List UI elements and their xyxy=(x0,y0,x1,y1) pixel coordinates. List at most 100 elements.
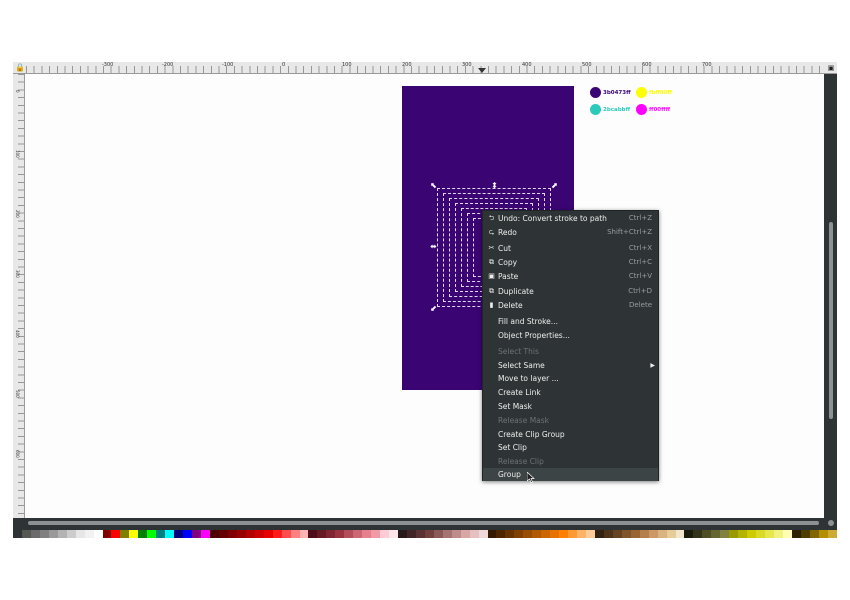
palette-swatch[interactable] xyxy=(138,530,148,538)
palette-swatch[interactable] xyxy=(227,530,237,538)
palette-swatch[interactable] xyxy=(13,530,22,538)
palette-swatch[interactable] xyxy=(129,530,139,538)
palette-swatch[interactable] xyxy=(478,530,488,538)
menu-item-redo[interactable]: ⮎ Redo Shift+Ctrl+Z xyxy=(483,226,658,239)
swatch-purple[interactable]: 3b0473ff xyxy=(590,87,631,98)
palette-swatch[interactable] xyxy=(263,530,273,538)
menu-item-delete[interactable]: ▮ Delete Delete xyxy=(483,299,658,312)
menu-item-copy[interactable]: ⧉ Copy Ctrl+C xyxy=(483,256,658,269)
palette-swatch[interactable] xyxy=(514,530,524,538)
vertical-scroll-thumb[interactable] xyxy=(829,222,833,419)
menu-item-move-to-layer[interactable]: Move to layer ... xyxy=(483,372,658,385)
menu-item-select-same[interactable]: Select Same ▶ xyxy=(483,359,658,372)
palette-swatch[interactable] xyxy=(308,530,318,538)
palette-swatch[interactable] xyxy=(487,530,497,538)
palette-swatch[interactable] xyxy=(57,530,67,538)
palette-swatch[interactable] xyxy=(218,530,228,538)
palette-swatch[interactable] xyxy=(586,530,595,538)
palette-swatch[interactable] xyxy=(532,530,542,538)
palette-swatch[interactable] xyxy=(666,530,676,538)
palette-swatch[interactable] xyxy=(442,530,452,538)
palette-swatch[interactable] xyxy=(254,530,264,538)
resize-handle-bottom-left[interactable]: ⬋ xyxy=(429,305,438,314)
palette-swatch[interactable] xyxy=(765,530,775,538)
palette-swatch[interactable] xyxy=(756,530,766,538)
palette-swatch[interactable] xyxy=(120,530,130,538)
palette-swatch[interactable] xyxy=(424,530,434,538)
palette-swatch[interactable] xyxy=(281,530,291,538)
palette-swatch[interactable] xyxy=(603,530,613,538)
resize-handle-top-left[interactable]: ⬉ xyxy=(429,182,438,191)
palette-swatch[interactable] xyxy=(93,530,103,538)
palette-swatch[interactable] xyxy=(326,530,336,538)
palette-swatch[interactable] xyxy=(577,530,586,538)
scroll-end-button[interactable] xyxy=(828,520,834,526)
palette-swatch[interactable] xyxy=(66,530,76,538)
palette-swatch[interactable] xyxy=(594,530,604,538)
palette-swatch[interactable] xyxy=(460,530,470,538)
palette-swatch[interactable] xyxy=(496,530,506,538)
palette-swatch[interactable] xyxy=(675,530,685,538)
menu-item-paste[interactable]: ▣ Paste Ctrl+V xyxy=(483,270,658,283)
palette-swatch[interactable] xyxy=(774,530,783,538)
palette-swatch[interactable] xyxy=(397,530,407,538)
palette-swatch[interactable] xyxy=(782,530,792,538)
horizontal-scroll-thumb[interactable] xyxy=(28,521,819,525)
palette-swatch[interactable] xyxy=(550,530,560,538)
palette-swatch[interactable] xyxy=(201,530,210,538)
menu-item-create-clip-group[interactable]: Create Clip Group xyxy=(483,428,658,441)
menu-item-fill-and-stroke[interactable]: Fill and Stroke... xyxy=(483,315,658,328)
palette-swatch[interactable] xyxy=(827,530,837,538)
palette-swatch[interactable] xyxy=(236,530,246,538)
palette-swatch[interactable] xyxy=(505,530,515,538)
palette-swatch[interactable] xyxy=(174,530,184,538)
palette-swatch[interactable] xyxy=(648,530,658,538)
palette-swatch[interactable] xyxy=(621,530,631,538)
palette-swatch[interactable] xyxy=(568,530,578,538)
palette-swatch[interactable] xyxy=(729,530,739,538)
palette-swatch[interactable] xyxy=(290,530,300,538)
palette-swatch[interactable] xyxy=(451,530,461,538)
palette-swatch[interactable] xyxy=(183,530,193,538)
palette-swatch[interactable] xyxy=(612,530,622,538)
palette-swatch[interactable] xyxy=(738,530,748,538)
swatch-magenta[interactable]: ff00ffff xyxy=(636,104,670,115)
palette-swatch[interactable] xyxy=(75,530,85,538)
palette-swatch[interactable] xyxy=(684,530,694,538)
palette-swatch[interactable] xyxy=(630,530,640,538)
palette-swatch[interactable] xyxy=(353,530,363,538)
menu-item-duplicate[interactable]: ⧉ Duplicate Ctrl+D xyxy=(483,285,658,298)
palette-swatch[interactable] xyxy=(639,530,649,538)
palette-swatch[interactable] xyxy=(800,530,810,538)
palette-swatch[interactable] xyxy=(272,530,282,538)
palette-swatch[interactable] xyxy=(720,530,730,538)
palette-swatch[interactable] xyxy=(21,530,31,538)
palette-swatch[interactable] xyxy=(48,530,58,538)
palette-swatch[interactable] xyxy=(415,530,425,538)
lock-icon[interactable]: 🔒 xyxy=(15,63,25,73)
menu-item-create-link[interactable]: Create Link xyxy=(483,386,658,399)
palette-swatch[interactable] xyxy=(711,530,721,538)
resize-handle-top[interactable]: ⬍ xyxy=(490,182,499,191)
swatch-teal[interactable]: 2bcabbff xyxy=(590,104,630,115)
palette-swatch[interactable] xyxy=(818,530,828,538)
palette-swatch[interactable] xyxy=(371,530,381,538)
palette-swatch[interactable] xyxy=(362,530,372,538)
palette-swatch[interactable] xyxy=(559,530,569,538)
palette-swatch[interactable] xyxy=(209,530,219,538)
palette-swatch[interactable] xyxy=(344,530,354,538)
palette-swatch[interactable] xyxy=(469,530,479,538)
palette-swatch[interactable] xyxy=(433,530,443,538)
menu-item-set-clip[interactable]: Set Clip xyxy=(483,441,658,454)
palette-swatch[interactable] xyxy=(406,530,416,538)
resize-handle-left[interactable]: ⬌ xyxy=(429,243,438,252)
palette-swatch[interactable] xyxy=(165,530,175,538)
canvas-corner-button[interactable]: ▣ xyxy=(826,63,836,73)
menu-item-set-mask[interactable]: Set Mask xyxy=(483,400,658,413)
palette-swatch[interactable] xyxy=(156,530,166,538)
menu-item-cut[interactable]: ✂ Cut Ctrl+X xyxy=(483,242,658,255)
palette-swatch[interactable] xyxy=(245,530,255,538)
palette-swatch[interactable] xyxy=(541,530,551,538)
palette-swatch[interactable] xyxy=(657,530,667,538)
palette-swatch[interactable] xyxy=(523,530,533,538)
